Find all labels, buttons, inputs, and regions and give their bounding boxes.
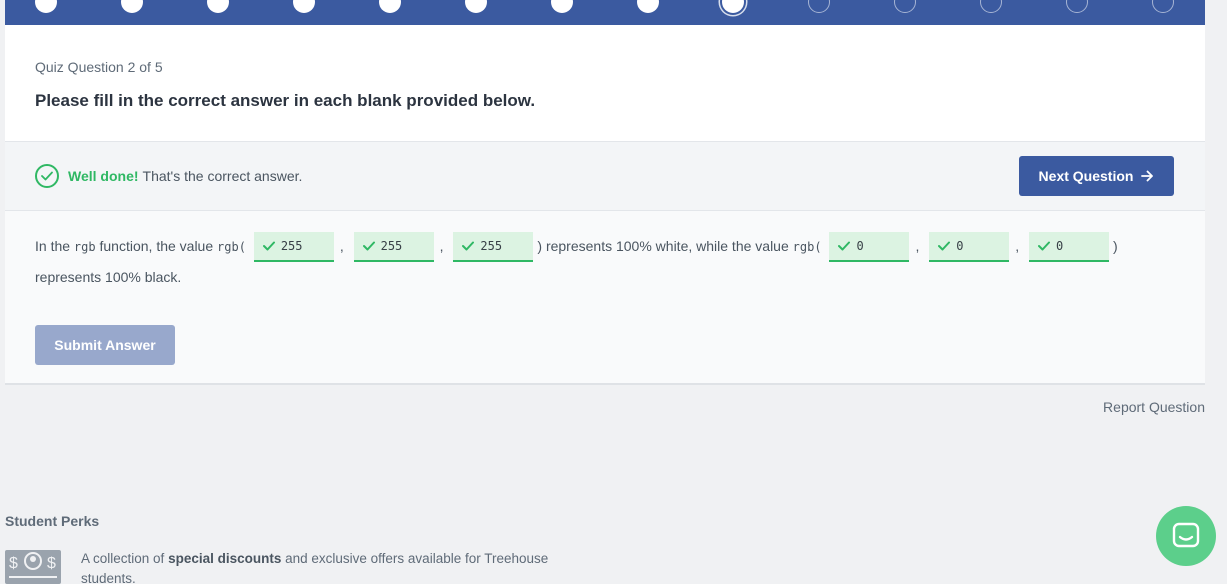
progress-step-14	[1152, 0, 1174, 13]
progress-step-1	[35, 0, 57, 13]
progress-step-12	[980, 0, 1002, 13]
comma: ,	[439, 238, 444, 254]
answer-blank-white-r[interactable]: 255	[253, 232, 334, 263]
blank-value: 255	[480, 239, 503, 254]
feedback-text: Well done! That's the correct answer.	[68, 168, 302, 184]
chat-icon	[1172, 522, 1200, 548]
checkmark-icon	[362, 241, 375, 251]
student-perks-description: A collection of special discounts and ex…	[81, 549, 591, 584]
next-question-button[interactable]: Next Question	[1019, 156, 1174, 196]
submit-answer-button[interactable]: Submit Answer	[35, 325, 175, 365]
perks-text-bold: special discounts	[168, 551, 282, 566]
checkmark-icon	[838, 241, 851, 251]
perks-discount-icon: $ $	[5, 550, 61, 584]
question-prompt: Please fill in the correct answer in eac…	[35, 91, 536, 110]
answer-blank-white-g[interactable]: 255	[353, 232, 434, 263]
quiz-card: Quiz Question 2 of 5 Please fill in the …	[5, 25, 1205, 385]
progress-step-current	[722, 0, 744, 13]
report-question-link[interactable]: Report Question	[1103, 399, 1205, 415]
next-question-label: Next Question	[1038, 168, 1134, 184]
checkmark-icon	[262, 241, 275, 251]
perks-text: A collection of	[81, 551, 169, 566]
progress-step-5	[379, 0, 401, 13]
answer-blank-black-g[interactable]: 0	[929, 232, 1010, 263]
close-paren: )	[1113, 238, 1118, 254]
progress-step-11	[894, 0, 916, 13]
blank-value: 255	[380, 239, 403, 254]
svg-text:$: $	[47, 555, 56, 572]
question-header: Quiz Question 2 of 5 Please fill in the …	[5, 25, 1205, 141]
sentence-text: ) represents 100% white, while the value	[537, 238, 793, 254]
blank-value: 255	[280, 239, 303, 254]
feedback-label: Well done!	[68, 168, 139, 184]
arrow-right-icon	[1141, 170, 1154, 182]
feedback-message: That's the correct answer.	[142, 168, 303, 184]
comma: ,	[339, 238, 344, 254]
progress-step-7	[551, 0, 573, 13]
question-body: In the rgb function, the value rgb( 255,…	[5, 211, 1205, 383]
fill-in-sentence: In the rgb function, the value rgb( 255,…	[35, 231, 1175, 292]
sentence-text: In the	[35, 238, 74, 254]
answer-blank-black-b[interactable]: 0	[1029, 232, 1109, 263]
chat-launcher-button[interactable]	[1156, 506, 1216, 566]
progress-step-10	[808, 0, 830, 13]
quiz-progress-bar	[5, 0, 1205, 25]
comma: ,	[915, 238, 920, 254]
blank-value: 0	[1056, 239, 1064, 254]
progress-step-3	[207, 0, 229, 13]
sentence-text: represents 100% black.	[35, 269, 182, 286]
answer-blank-black-r[interactable]: 0	[829, 232, 910, 263]
blank-value: 0	[956, 239, 964, 254]
checkmark-icon	[1038, 241, 1050, 251]
student-perks-title: Student Perks	[5, 513, 100, 529]
progress-step-6	[465, 0, 487, 13]
progress-step-2	[121, 0, 143, 13]
code-rgb-open: rgb(	[792, 240, 822, 254]
progress-step-8	[637, 0, 659, 13]
sentence-text: function, the value	[95, 238, 218, 254]
code-rgb-open: rgb(	[217, 240, 246, 254]
blank-value: 0	[856, 239, 864, 254]
answer-blank-white-b[interactable]: 255	[453, 232, 534, 263]
question-counter: Quiz Question 2 of 5	[35, 59, 163, 75]
comma: ,	[1015, 238, 1020, 254]
svg-text:$: $	[9, 555, 18, 572]
progress-step-4	[293, 0, 315, 13]
answer-feedback-bar: Well done! That's the correct answer. Nex…	[5, 141, 1205, 211]
checkmark-icon	[462, 241, 475, 251]
check-circle-icon	[35, 164, 59, 188]
checkmark-icon	[938, 241, 951, 251]
code-rgb: rgb	[73, 240, 96, 254]
progress-step-13	[1066, 0, 1088, 13]
